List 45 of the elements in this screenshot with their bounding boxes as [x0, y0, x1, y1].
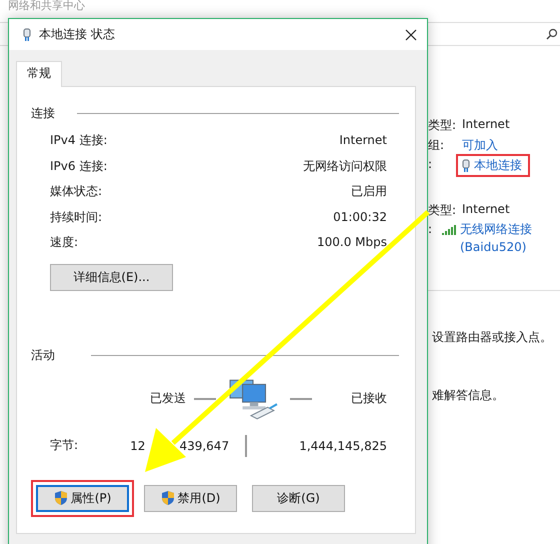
- field-value: 01:00:32: [332, 208, 387, 226]
- field-label: 类型:: [428, 202, 458, 219]
- description-text: 难解答信息。: [432, 387, 504, 404]
- bytes-label: 字节:: [50, 437, 78, 454]
- field-value: 100.0 Mbps: [316, 234, 387, 251]
- field-label: IPv4 连接:: [50, 132, 108, 149]
- field-label: 类型:: [428, 117, 458, 134]
- network-computer-icon: [228, 378, 278, 420]
- dialog-button[interactable]: 属性(P): [36, 484, 129, 512]
- field-label: IPv6 连接:: [50, 158, 108, 174]
- group-heading: 连接: [31, 105, 55, 122]
- field-value: Internet: [338, 132, 387, 149]
- window-title: 本地连接 状态: [39, 26, 116, 43]
- ethernet-icon: [462, 158, 470, 172]
- group-heading: 活动: [31, 346, 55, 364]
- window-title: 网络和共享中心: [8, 0, 85, 13]
- dialog-button[interactable]: 诊断(G): [252, 484, 345, 512]
- shield-icon: [54, 490, 68, 506]
- field-value: Internet: [462, 117, 510, 131]
- field-label: 速度:: [50, 234, 80, 251]
- field-label: 持续时间:: [50, 208, 104, 226]
- field-label: :: [428, 222, 434, 236]
- field-label: :: [428, 157, 434, 171]
- signal-icon: [442, 225, 456, 235]
- sent-label: 已发送: [150, 390, 186, 407]
- bytes-sent-value: 12: [130, 438, 146, 452]
- details-button[interactable]: 详细信息(E)...: [50, 264, 173, 290]
- join-link[interactable]: 可加入: [462, 137, 498, 154]
- connection-link[interactable]: 本地连接: [474, 157, 522, 174]
- bytes-sent-value: 439,647: [179, 438, 230, 452]
- search-icon[interactable]: [546, 28, 558, 40]
- connection-link[interactable]: 无线网络连接 (Baidu520): [460, 220, 532, 256]
- close-icon[interactable]: [405, 28, 417, 40]
- bytes-received-value: 1,444,145,825: [299, 438, 387, 452]
- field-value: Internet: [462, 202, 510, 216]
- field-label: 媒体状态:: [50, 183, 104, 200]
- shield-icon: [160, 490, 175, 506]
- tab[interactable]: 常规: [16, 61, 62, 87]
- description-text: 设置路由器或接入点。: [432, 329, 552, 346]
- ethernet-icon: [23, 28, 31, 42]
- field-label: 组:: [428, 137, 446, 154]
- received-label: 已接收: [351, 390, 387, 407]
- dialog-button[interactable]: 禁用(D): [144, 484, 237, 512]
- field-value: 无网络访问权限: [303, 158, 387, 174]
- field-value: 已启用: [350, 183, 387, 200]
